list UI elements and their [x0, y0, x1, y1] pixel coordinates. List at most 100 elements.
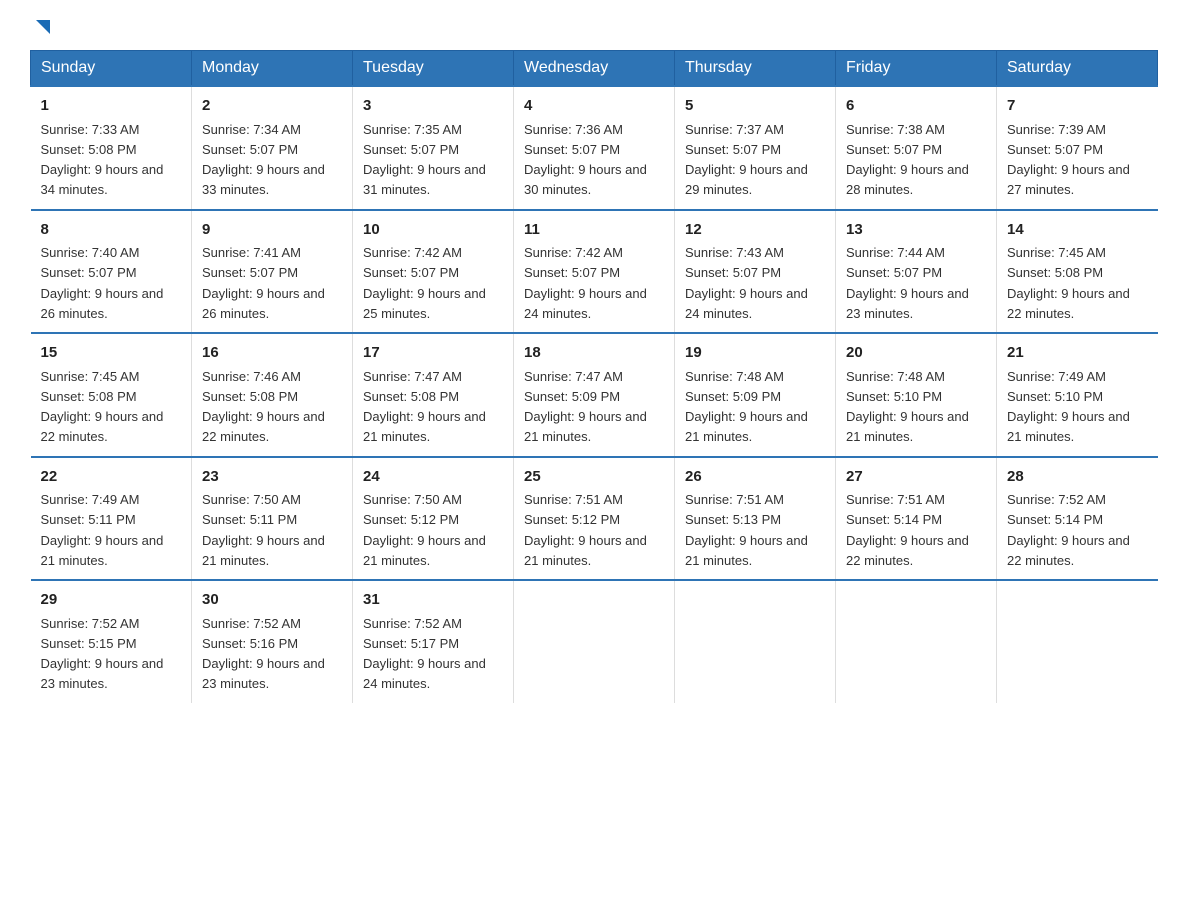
- day-info: Sunrise: 7:42 AMSunset: 5:07 PMDaylight:…: [363, 245, 486, 321]
- day-cell: 21Sunrise: 7:49 AMSunset: 5:10 PMDayligh…: [997, 333, 1158, 457]
- day-cell: 26Sunrise: 7:51 AMSunset: 5:13 PMDayligh…: [675, 457, 836, 581]
- day-info: Sunrise: 7:45 AMSunset: 5:08 PMDaylight:…: [1007, 245, 1130, 321]
- day-cell: 10 Sunrise: 7:42 AMSunset: 5:07 PMDayligh…: [353, 210, 514, 334]
- day-cell: 20 Sunrise: 7:48 AMSunset: 5:10 PMDayligh…: [836, 333, 997, 457]
- day-cell: [836, 580, 997, 703]
- day-number: 5: [685, 95, 825, 118]
- page-header: [30, 20, 1158, 32]
- weekday-header-monday: Monday: [192, 51, 353, 87]
- day-cell: 15 Sunrise: 7:45 AMSunset: 5:08 PMDayligh…: [31, 333, 192, 457]
- day-cell: 5Sunrise: 7:37 AMSunset: 5:07 PMDaylight…: [675, 86, 836, 210]
- day-info: Sunrise: 7:48 AMSunset: 5:10 PMDaylight:…: [846, 369, 969, 445]
- day-number: 18: [524, 342, 664, 365]
- day-info: Sunrise: 7:46 AMSunset: 5:08 PMDaylight:…: [202, 369, 325, 445]
- day-cell: 25Sunrise: 7:51 AMSunset: 5:12 PMDayligh…: [514, 457, 675, 581]
- day-cell: 17Sunrise: 7:47 AMSunset: 5:08 PMDayligh…: [353, 333, 514, 457]
- day-info: Sunrise: 7:35 AMSunset: 5:07 PMDaylight:…: [363, 122, 486, 198]
- day-number: 25: [524, 466, 664, 489]
- day-info: Sunrise: 7:39 AMSunset: 5:07 PMDaylight:…: [1007, 122, 1130, 198]
- weekday-header-sunday: Sunday: [31, 51, 192, 87]
- day-cell: [675, 580, 836, 703]
- day-info: Sunrise: 7:52 AMSunset: 5:14 PMDaylight:…: [1007, 492, 1130, 568]
- day-number: 14: [1007, 219, 1148, 242]
- day-number: 20: [846, 342, 986, 365]
- day-cell: 3 Sunrise: 7:35 AMSunset: 5:07 PMDaylight…: [353, 86, 514, 210]
- day-info: Sunrise: 7:48 AMSunset: 5:09 PMDaylight:…: [685, 369, 808, 445]
- calendar-header: SundayMondayTuesdayWednesdayThursdayFrid…: [31, 51, 1158, 87]
- week-row-3: 15 Sunrise: 7:45 AMSunset: 5:08 PMDayligh…: [31, 333, 1158, 457]
- day-info: Sunrise: 7:41 AMSunset: 5:07 PMDaylight:…: [202, 245, 325, 321]
- day-number: 9: [202, 219, 342, 242]
- day-cell: 6 Sunrise: 7:38 AMSunset: 5:07 PMDaylight…: [836, 86, 997, 210]
- day-cell: 2 Sunrise: 7:34 AMSunset: 5:07 PMDaylight…: [192, 86, 353, 210]
- day-cell: 4 Sunrise: 7:36 AMSunset: 5:07 PMDaylight…: [514, 86, 675, 210]
- day-number: 22: [41, 466, 182, 489]
- day-info: Sunrise: 7:50 AMSunset: 5:12 PMDaylight:…: [363, 492, 486, 568]
- calendar-table: SundayMondayTuesdayWednesdayThursdayFrid…: [30, 50, 1158, 703]
- day-number: 31: [363, 589, 503, 612]
- day-info: Sunrise: 7:43 AMSunset: 5:07 PMDaylight:…: [685, 245, 808, 321]
- weekday-header-saturday: Saturday: [997, 51, 1158, 87]
- day-info: Sunrise: 7:42 AMSunset: 5:07 PMDaylight:…: [524, 245, 647, 321]
- day-number: 15: [41, 342, 182, 365]
- day-info: Sunrise: 7:40 AMSunset: 5:07 PMDaylight:…: [41, 245, 164, 321]
- day-cell: 1Sunrise: 7:33 AMSunset: 5:08 PMDaylight…: [31, 86, 192, 210]
- day-number: 19: [685, 342, 825, 365]
- day-info: Sunrise: 7:33 AMSunset: 5:08 PMDaylight:…: [41, 122, 164, 198]
- day-cell: 22Sunrise: 7:49 AMSunset: 5:11 PMDayligh…: [31, 457, 192, 581]
- day-cell: 31 Sunrise: 7:52 AMSunset: 5:17 PMDayligh…: [353, 580, 514, 703]
- day-cell: 7 Sunrise: 7:39 AMSunset: 5:07 PMDaylight…: [997, 86, 1158, 210]
- day-cell: 24 Sunrise: 7:50 AMSunset: 5:12 PMDayligh…: [353, 457, 514, 581]
- day-number: 26: [685, 466, 825, 489]
- day-number: 7: [1007, 95, 1148, 118]
- day-cell: 8 Sunrise: 7:40 AMSunset: 5:07 PMDaylight…: [31, 210, 192, 334]
- day-cell: 19 Sunrise: 7:48 AMSunset: 5:09 PMDayligh…: [675, 333, 836, 457]
- day-number: 10: [363, 219, 503, 242]
- weekday-header-friday: Friday: [836, 51, 997, 87]
- day-info: Sunrise: 7:34 AMSunset: 5:07 PMDaylight:…: [202, 122, 325, 198]
- day-info: Sunrise: 7:49 AMSunset: 5:10 PMDaylight:…: [1007, 369, 1130, 445]
- day-cell: 29 Sunrise: 7:52 AMSunset: 5:15 PMDayligh…: [31, 580, 192, 703]
- day-info: Sunrise: 7:52 AMSunset: 5:17 PMDaylight:…: [363, 616, 486, 692]
- day-cell: 23 Sunrise: 7:50 AMSunset: 5:11 PMDayligh…: [192, 457, 353, 581]
- logo: [30, 20, 54, 32]
- weekday-header-thursday: Thursday: [675, 51, 836, 87]
- day-number: 3: [363, 95, 503, 118]
- day-number: 28: [1007, 466, 1148, 489]
- day-cell: [997, 580, 1158, 703]
- week-row-1: 1Sunrise: 7:33 AMSunset: 5:08 PMDaylight…: [31, 86, 1158, 210]
- day-number: 4: [524, 95, 664, 118]
- day-cell: 11 Sunrise: 7:42 AMSunset: 5:07 PMDayligh…: [514, 210, 675, 334]
- day-number: 16: [202, 342, 342, 365]
- day-number: 23: [202, 466, 342, 489]
- day-info: Sunrise: 7:52 AMSunset: 5:16 PMDaylight:…: [202, 616, 325, 692]
- day-number: 27: [846, 466, 986, 489]
- day-cell: 18Sunrise: 7:47 AMSunset: 5:09 PMDayligh…: [514, 333, 675, 457]
- day-cell: [514, 580, 675, 703]
- day-info: Sunrise: 7:38 AMSunset: 5:07 PMDaylight:…: [846, 122, 969, 198]
- day-number: 30: [202, 589, 342, 612]
- week-row-5: 29 Sunrise: 7:52 AMSunset: 5:15 PMDayligh…: [31, 580, 1158, 703]
- week-row-4: 22Sunrise: 7:49 AMSunset: 5:11 PMDayligh…: [31, 457, 1158, 581]
- calendar-body: 1Sunrise: 7:33 AMSunset: 5:08 PMDaylight…: [31, 86, 1158, 703]
- day-info: Sunrise: 7:36 AMSunset: 5:07 PMDaylight:…: [524, 122, 647, 198]
- day-info: Sunrise: 7:51 AMSunset: 5:14 PMDaylight:…: [846, 492, 969, 568]
- day-number: 29: [41, 589, 182, 612]
- day-number: 2: [202, 95, 342, 118]
- day-cell: 28 Sunrise: 7:52 AMSunset: 5:14 PMDayligh…: [997, 457, 1158, 581]
- day-number: 11: [524, 219, 664, 242]
- day-cell: 30 Sunrise: 7:52 AMSunset: 5:16 PMDayligh…: [192, 580, 353, 703]
- weekday-header-tuesday: Tuesday: [353, 51, 514, 87]
- day-number: 12: [685, 219, 825, 242]
- day-number: 17: [363, 342, 503, 365]
- day-info: Sunrise: 7:45 AMSunset: 5:08 PMDaylight:…: [41, 369, 164, 445]
- day-number: 6: [846, 95, 986, 118]
- day-info: Sunrise: 7:44 AMSunset: 5:07 PMDaylight:…: [846, 245, 969, 321]
- day-cell: 27 Sunrise: 7:51 AMSunset: 5:14 PMDayligh…: [836, 457, 997, 581]
- day-number: 8: [41, 219, 182, 242]
- day-info: Sunrise: 7:52 AMSunset: 5:15 PMDaylight:…: [41, 616, 164, 692]
- day-number: 24: [363, 466, 503, 489]
- day-cell: 9 Sunrise: 7:41 AMSunset: 5:07 PMDaylight…: [192, 210, 353, 334]
- day-info: Sunrise: 7:50 AMSunset: 5:11 PMDaylight:…: [202, 492, 325, 568]
- day-cell: 14 Sunrise: 7:45 AMSunset: 5:08 PMDayligh…: [997, 210, 1158, 334]
